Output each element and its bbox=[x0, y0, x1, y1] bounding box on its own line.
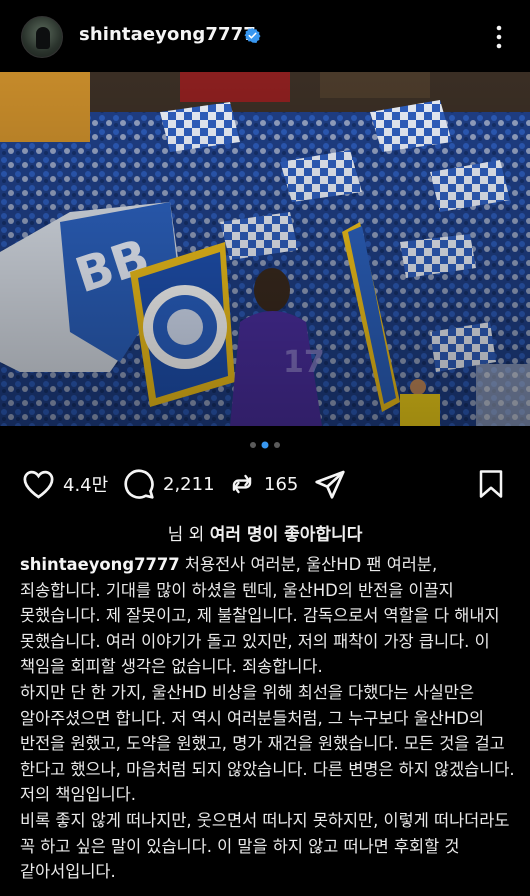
repost-count: 165 bbox=[264, 473, 299, 495]
comment-action[interactable]: 2,211 bbox=[123, 460, 215, 508]
post-image[interactable]: BB 17 bbox=[0, 72, 530, 426]
more-options-icon[interactable] bbox=[489, 24, 509, 50]
verified-badge-icon bbox=[244, 28, 261, 43]
caption-paragraph: 하지만 단 한 가지, 울산HD 비상을 위해 최선을 다했다는 사실만은 알아… bbox=[20, 682, 515, 805]
caption-paragraph: 비록 좋지 않게 떠나지만, 웃으면서 떠나지 못하지만, 이렇게 떠나더라도 … bbox=[20, 810, 510, 882]
post-header: shintaeyong7777 bbox=[0, 0, 530, 72]
caption-text: 처용전사 여러분, 울산HD 팬 여러분, bbox=[184, 555, 438, 574]
repost-action[interactable]: 165 bbox=[228, 460, 298, 508]
stadium-crowd-photo: BB 17 bbox=[0, 72, 530, 426]
carousel-indicator bbox=[250, 441, 280, 449]
caption-username[interactable]: shintaeyong7777 bbox=[20, 555, 180, 574]
save-action[interactable] bbox=[478, 460, 504, 508]
like-action[interactable]: 4.4만 bbox=[22, 460, 108, 508]
heart-icon[interactable] bbox=[22, 469, 55, 499]
comment-icon[interactable] bbox=[123, 468, 155, 500]
send-icon[interactable] bbox=[314, 469, 346, 499]
liked-by-others: 여러 명이 좋아합니다 bbox=[209, 525, 363, 545]
like-count: 4.4만 bbox=[63, 475, 109, 496]
profile-avatar[interactable] bbox=[21, 16, 63, 58]
liked-by-prefix: 님 외 bbox=[167, 525, 205, 545]
caption-line: shintaeyong7777 처용전사 여러분, 울산HD 팬 여러분, bbox=[20, 552, 515, 578]
caption-paragraph: 죄송합니다. 기대를 많이 하셨을 텐데, 울산HD의 반전을 이끌지 못했습니… bbox=[20, 580, 500, 677]
post-username[interactable]: shintaeyong7777 bbox=[79, 24, 256, 45]
carousel-dot bbox=[274, 442, 280, 448]
action-bar: 4.4만 2,211 165 bbox=[0, 460, 530, 508]
repost-icon[interactable] bbox=[228, 469, 256, 499]
bookmark-icon[interactable] bbox=[478, 469, 504, 499]
carousel-dot bbox=[250, 442, 256, 448]
liked-by-summary[interactable]: 님 외 여러 명이 좋아합니다 bbox=[0, 520, 530, 545]
carousel-dot-active bbox=[261, 441, 269, 449]
post-caption: shintaeyong7777 처용전사 여러분, 울산HD 팬 여러분, 죄송… bbox=[20, 552, 515, 885]
share-action[interactable] bbox=[314, 460, 346, 508]
comment-count: 2,211 bbox=[163, 473, 215, 495]
